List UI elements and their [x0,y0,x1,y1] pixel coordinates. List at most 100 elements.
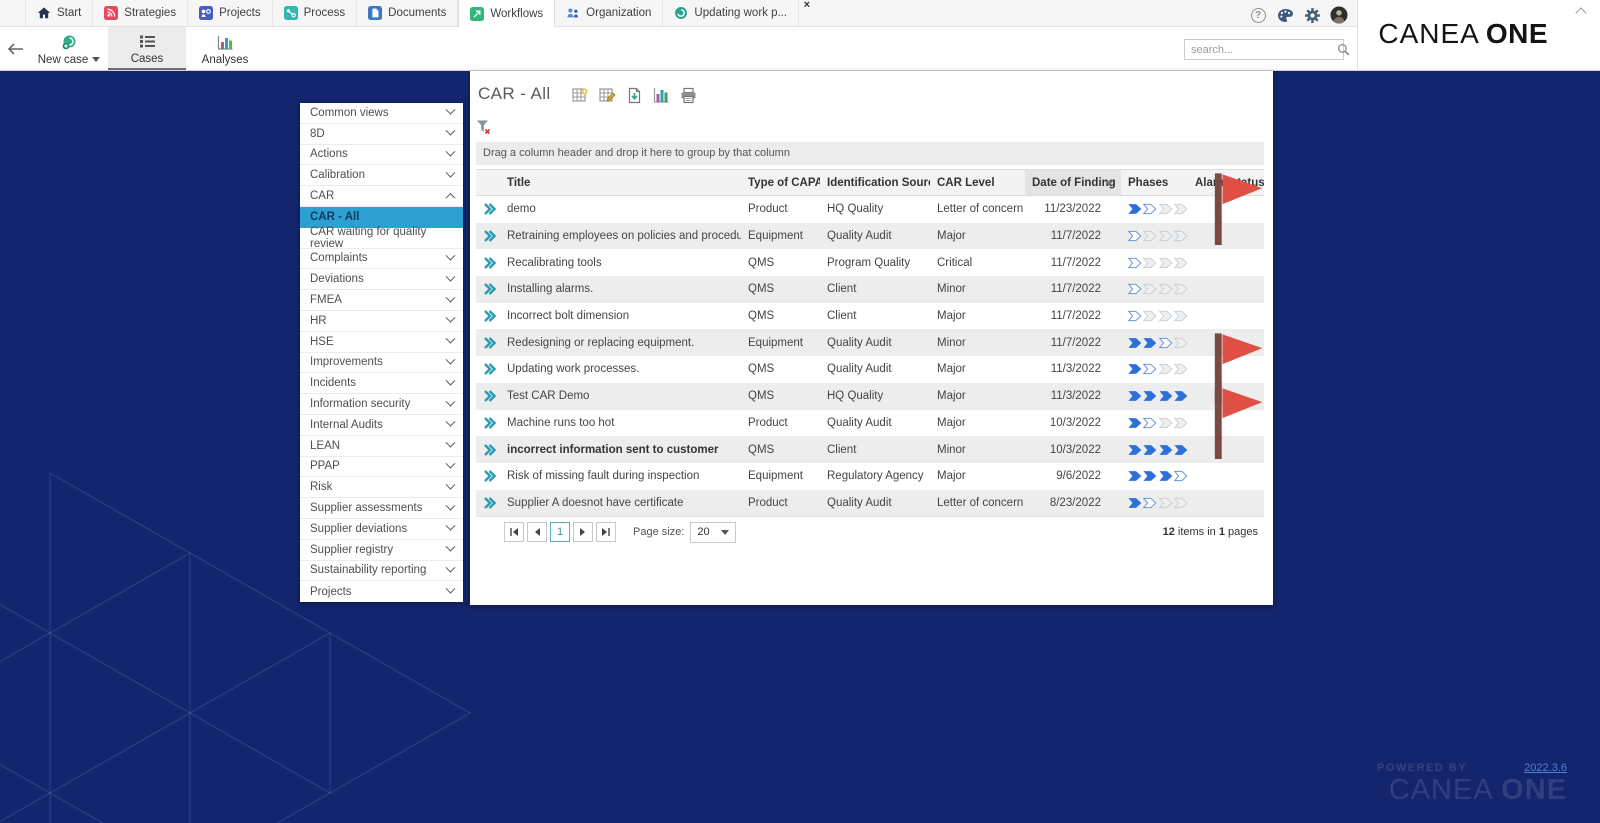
sidebar-item-risk[interactable]: Risk [300,477,463,499]
close-tab-icon[interactable]: × [804,0,810,11]
tab-updating-work-p[interactable]: Updating work p... × [663,0,810,26]
sidebar-item-supplier-assessments[interactable]: Supplier assessments [300,498,463,519]
sidebar-item-ppap[interactable]: PPAP [300,456,463,478]
next-page-button[interactable] [573,522,593,542]
print-icon[interactable] [680,87,697,104]
chevron-down-icon [445,583,456,594]
expand-row-icon[interactable] [482,229,497,243]
phases-indicator [1121,337,1188,349]
expand-row-icon[interactable] [482,256,497,270]
chevron-down-icon [445,500,456,511]
clear-filter-icon[interactable] [476,119,492,135]
tab-projects[interactable]: Projects [188,0,273,26]
last-page-button[interactable] [596,522,616,542]
settings-gear-icon[interactable] [1303,6,1321,24]
sidebar-item-hr[interactable]: HR [300,310,463,332]
help-icon[interactable]: ? [1249,6,1267,24]
table-row[interactable]: Supplier A doesnot have certificate Prod… [476,489,1264,517]
expand-row-icon[interactable] [482,202,497,216]
column-header-type-of-capa[interactable]: Type of CAPA [741,177,820,189]
sidebar-item-incidents[interactable]: Incidents [300,373,463,395]
sidebar-item-common-views[interactable]: Common views [300,103,463,124]
current-page-button[interactable]: 1 [550,522,570,542]
column-header-date-of-finding[interactable]: Date of Finding [1025,170,1121,195]
back-arrow-icon[interactable] [0,27,30,70]
user-avatar[interactable] [1330,6,1348,24]
expand-row-icon[interactable] [482,282,497,296]
sidebar-item-car-all[interactable]: CAR - All [300,206,463,228]
expand-row-icon[interactable] [482,416,497,430]
table-row[interactable]: Installing alarms. QMS Client Minor 11/7… [476,276,1264,303]
canea-one-logo: CANEA ONE [1378,18,1548,49]
sidebar-item-fmea[interactable]: FMEA [300,290,463,311]
first-page-button[interactable] [504,522,524,542]
column-header-title[interactable]: Title [500,177,741,189]
expand-row-icon[interactable] [482,336,497,350]
analyses-button[interactable]: Analyses [186,27,264,70]
sidebar-item-complaints[interactable]: Complaints [300,248,463,270]
sidebar-item-supplier-deviations[interactable]: Supplier deviations [300,518,463,540]
version-link[interactable]: 2022.3.6 [1524,762,1567,774]
expand-row-icon[interactable] [482,389,497,403]
previous-page-button[interactable] [527,522,547,542]
sidebar-item-lean[interactable]: LEAN [300,435,463,457]
column-header-car-level[interactable]: CAR Level [930,177,1025,189]
table-row[interactable]: Recalibrating tools QMS Program Quality … [476,249,1264,276]
sidebar-item-information-security[interactable]: Information security [300,394,463,415]
sidebar-item-internal-audits[interactable]: Internal Audits [300,414,463,436]
search-input[interactable] [1185,43,1337,56]
tab-start[interactable]: Start [25,0,94,26]
sidebar-item-supplier-registry[interactable]: Supplier registry [300,539,463,561]
sidebar-item-8d[interactable]: 8D [300,123,463,145]
cell-date-of-finding: 11/3/2022 [1050,390,1101,403]
new-case-button[interactable]: New case [30,27,108,70]
expand-row-icon[interactable] [482,443,497,457]
table-row[interactable]: Updating work processes. QMS Quality Aud… [476,333,1264,406]
chevron-down-icon [445,541,456,552]
chevron-down-icon [445,167,456,178]
sidebar-item-actions[interactable]: Actions [300,144,463,166]
table-row[interactable]: incorrect information sent to customer Q… [476,436,1264,463]
column-header-identification-source[interactable]: Identification Source [820,177,930,189]
expand-row-icon[interactable] [482,309,497,323]
expand-row-icon[interactable] [482,362,497,376]
new-view-icon[interactable] [572,87,589,104]
tab-workflows[interactable]: Workflows [458,0,556,28]
column-header-phases[interactable]: Phases [1121,177,1188,189]
sidebar-item-sustainability-reporting[interactable]: Sustainability reporting [300,560,463,582]
sidebar-item-improvements[interactable]: Improvements [300,352,463,374]
expand-row-icon[interactable] [482,496,497,510]
chevron-down-icon [445,105,456,116]
table-row[interactable]: Incorrect bolt dimension QMS Client Majo… [476,303,1264,330]
table-row[interactable]: Redesigning or replacing equipment. Equi… [476,329,1264,357]
table-row[interactable]: demo Product HQ Quality Letter of concer… [476,173,1264,245]
sidebar-item-projects[interactable]: Projects [300,581,463,603]
sidebar-item-hse[interactable]: HSE [300,331,463,353]
tab-documents[interactable]: Documents [357,0,459,26]
chart-icon[interactable] [653,87,670,104]
collapse-header-icon[interactable] [1576,6,1586,16]
tab-strategies[interactable]: Strategies [93,0,189,26]
cases-button[interactable]: Cases [108,27,186,70]
phases-indicator [1121,417,1188,429]
expand-row-icon[interactable] [482,469,497,483]
sidebar-item-car-waiting-for-quality-review[interactable]: CAR waiting for quality review [300,226,463,250]
edit-view-icon[interactable] [599,87,616,104]
page-size-select[interactable]: 20 [690,521,737,543]
table-row[interactable]: Machine runs too hot Product Quality Aud… [476,386,1264,459]
table-row[interactable]: Test CAR Demo QMS HQ Quality Major 11/3/… [476,382,1264,410]
theme-palette-icon[interactable] [1276,6,1294,24]
tab-organization[interactable]: Organization [555,0,664,26]
group-by-hint[interactable]: Drag a column header and drop it here to… [476,142,1264,165]
chevron-down-icon [445,562,456,573]
export-icon[interactable] [626,87,643,104]
phases-indicator [1121,257,1188,269]
sidebar-item-deviations[interactable]: Deviations [300,269,463,291]
sidebar-item-calibration[interactable]: Calibration [300,165,463,187]
sidebar-item-label: PPAP [310,460,340,473]
search-icon[interactable] [1337,43,1350,56]
table-row[interactable]: Retraining employees on policies and pro… [476,222,1264,250]
sidebar-item-car[interactable]: CAR [300,186,463,207]
table-row[interactable]: Risk of missing fault during inspection … [476,463,1264,490]
tab-process[interactable]: Process [272,0,358,26]
